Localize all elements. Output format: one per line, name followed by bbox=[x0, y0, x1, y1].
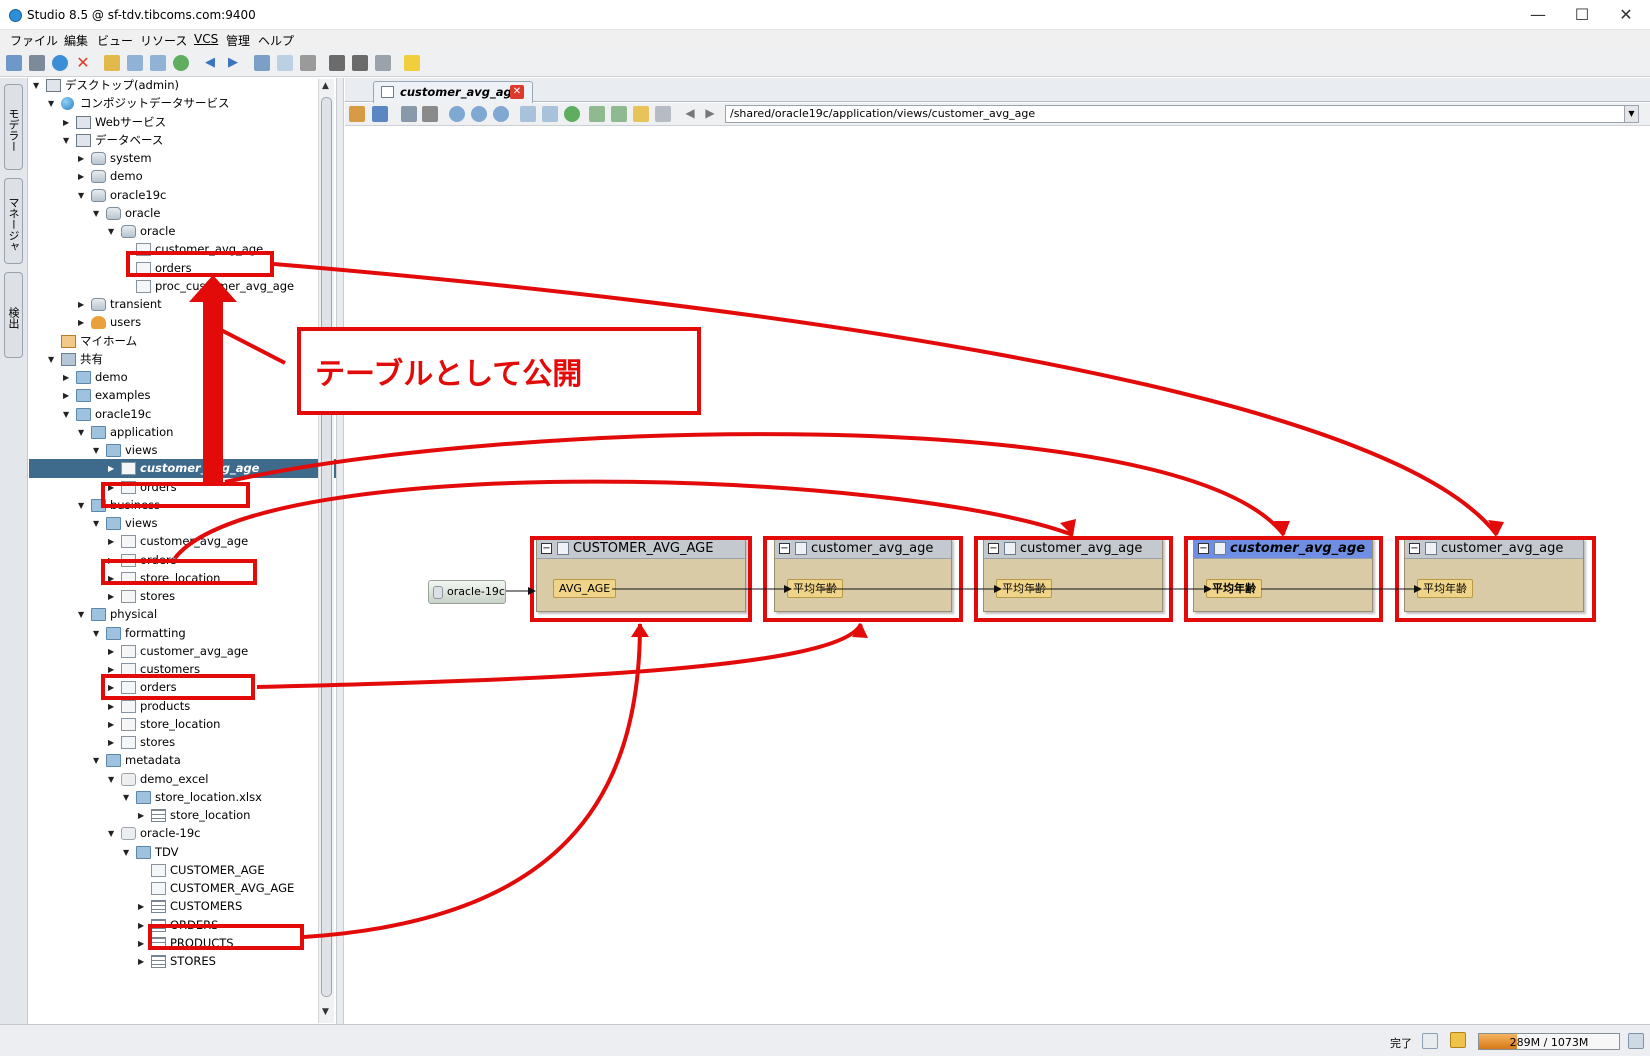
red-annotation-arrows bbox=[173, 262, 1499, 939]
annotation-overlay bbox=[173, 262, 1504, 939]
upward-arrow-shaft bbox=[203, 300, 223, 482]
lineage-flow-lines bbox=[506, 585, 1422, 595]
garbage-collect-icon[interactable] bbox=[1628, 1033, 1644, 1049]
lock-icon bbox=[1450, 1032, 1466, 1048]
status-check-icon bbox=[1422, 1033, 1438, 1049]
red-arrowheads bbox=[631, 519, 1504, 638]
upward-arrow-head bbox=[189, 275, 237, 302]
memory-indicator[interactable]: 289M / 1073M bbox=[1478, 1033, 1620, 1050]
status-bar: 完了 289M / 1073M bbox=[0, 1024, 1650, 1056]
status-text: 完了 bbox=[1390, 1037, 1412, 1050]
memory-text: 289M / 1073M bbox=[1509, 1036, 1589, 1049]
